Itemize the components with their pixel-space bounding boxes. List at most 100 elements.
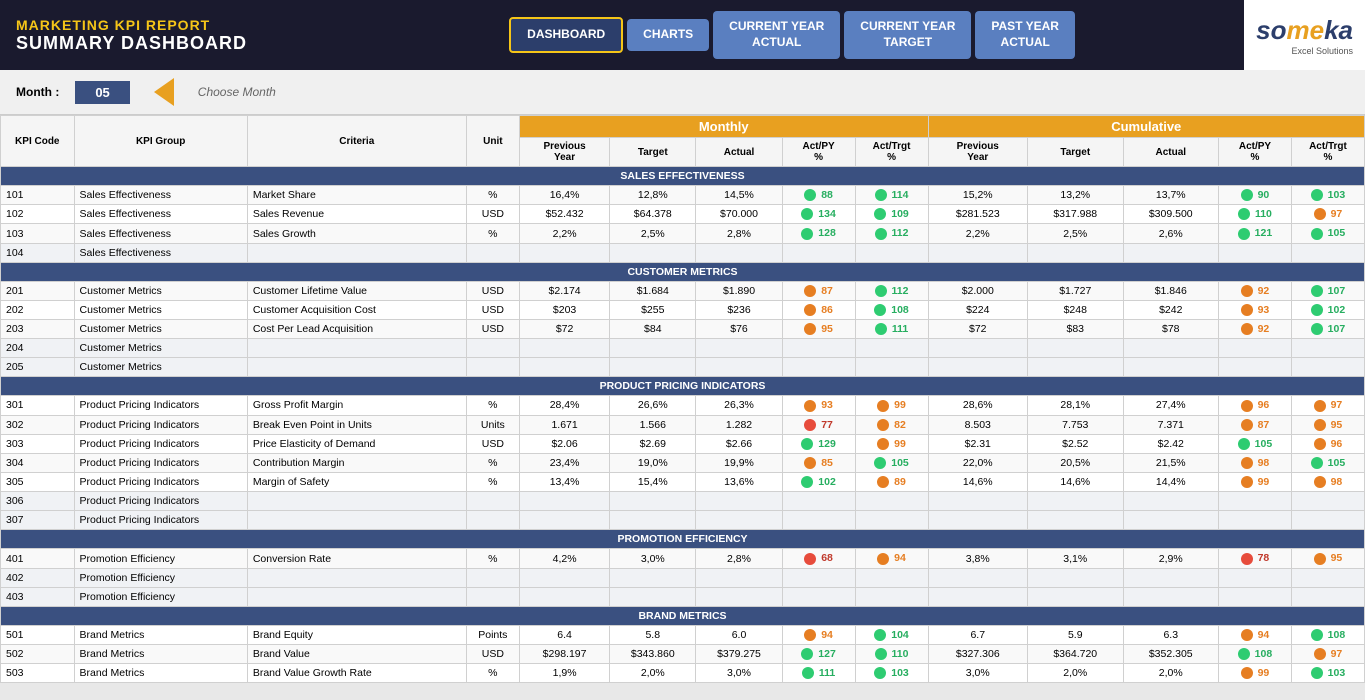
m-target-hdr: Target xyxy=(610,138,696,167)
kpi-group-cell: Promotion Efficiency xyxy=(74,568,247,587)
c-actpy-cell: 92 xyxy=(1219,320,1292,339)
criteria-cell xyxy=(247,339,466,358)
m-act-cell xyxy=(696,492,782,511)
m-tgt-cell: 3,0% xyxy=(610,549,696,568)
m-tgt-cell: 2,0% xyxy=(610,664,696,683)
c-actpy-cell: 96 xyxy=(1219,396,1292,415)
c-prev-cell: 3,8% xyxy=(928,549,1027,568)
c-acttgt-cell: 95 xyxy=(1291,549,1364,568)
criteria-cell: Customer Acquisition Cost xyxy=(247,300,466,319)
m-act-cell: 2,8% xyxy=(696,224,782,243)
m-acttgt-cell: 104 xyxy=(855,625,928,644)
m-actpy-cell: 85 xyxy=(782,453,855,472)
kpi-code-cell: 202 xyxy=(1,300,75,319)
m-prev-cell: 28,4% xyxy=(519,396,609,415)
m-acttgt-cell: 103 xyxy=(855,664,928,683)
table-row: 306 Product Pricing Indicators xyxy=(1,492,1365,511)
report-title-top: MARKETING KPI REPORT xyxy=(16,17,324,33)
c-actual-hdr: Actual xyxy=(1123,138,1219,167)
m-actpy-cell xyxy=(782,339,855,358)
c-acttgt-cell xyxy=(1291,358,1364,377)
m-act-cell xyxy=(696,243,782,262)
criteria-cell xyxy=(247,492,466,511)
m-act-cell: 6.0 xyxy=(696,625,782,644)
c-actpy-cell: 99 xyxy=(1219,473,1292,492)
m-actpy-cell: 94 xyxy=(782,625,855,644)
c-acttgt-cell: 105 xyxy=(1291,224,1364,243)
c-acttgt-cell: 97 xyxy=(1291,396,1364,415)
c-prev-cell: $327.306 xyxy=(928,644,1027,663)
nav-dashboard[interactable]: DASHBOARD xyxy=(509,17,623,53)
criteria-cell xyxy=(247,358,466,377)
nav-charts[interactable]: CHARTS xyxy=(627,19,709,51)
m-tgt-cell: 1.566 xyxy=(610,415,696,434)
nav-cy-target[interactable]: CURRENT YEAR TARGET xyxy=(844,11,971,58)
nav-buttons: DASHBOARD CHARTS CURRENT YEAR ACTUAL CUR… xyxy=(340,11,1244,58)
m-acttgt-cell: 82 xyxy=(855,415,928,434)
c-acttgt-cell: 96 xyxy=(1291,434,1364,453)
unit-cell: % xyxy=(466,396,519,415)
section-header-row: PRODUCT PRICING INDICATORS xyxy=(1,377,1365,396)
c-acttgt-cell xyxy=(1291,339,1364,358)
m-acttgt-cell xyxy=(855,243,928,262)
table-row: 204 Customer Metrics xyxy=(1,339,1365,358)
kpi-group-cell: Customer Metrics xyxy=(74,339,247,358)
c-actpy-cell: 108 xyxy=(1219,644,1292,663)
c-act-cell: $2.42 xyxy=(1123,434,1219,453)
m-prev-cell xyxy=(519,587,609,606)
m-act-cell: $76 xyxy=(696,320,782,339)
c-tgt-cell: 2,5% xyxy=(1028,224,1124,243)
unit-cell xyxy=(466,339,519,358)
table-row: 403 Promotion Efficiency xyxy=(1,587,1365,606)
kpi-code-cell: 304 xyxy=(1,453,75,472)
left-arrow-icon[interactable] xyxy=(154,78,174,106)
c-actpy-cell: 92 xyxy=(1219,281,1292,300)
c-actpy-cell xyxy=(1219,339,1292,358)
c-tgt-cell: 2,0% xyxy=(1028,664,1124,683)
m-prev-cell: $298.197 xyxy=(519,644,609,663)
m-act-cell: 2,8% xyxy=(696,549,782,568)
m-act-cell: 14,5% xyxy=(696,186,782,205)
choose-month-label: Choose Month xyxy=(198,85,276,99)
m-act-cell: 13,6% xyxy=(696,473,782,492)
unit-cell: USD xyxy=(466,434,519,453)
c-act-cell xyxy=(1123,339,1219,358)
m-prev-cell: 4,2% xyxy=(519,549,609,568)
c-tgt-cell: 3,1% xyxy=(1028,549,1124,568)
m-tgt-cell xyxy=(610,243,696,262)
kpi-group-cell: Product Pricing Indicators xyxy=(74,415,247,434)
c-prev-cell xyxy=(928,243,1027,262)
nav-cy-actual[interactable]: CURRENT YEAR ACTUAL xyxy=(713,11,840,58)
criteria-cell xyxy=(247,243,466,262)
logo-text: so xyxy=(1256,15,1286,45)
unit-cell: USD xyxy=(466,644,519,663)
month-value: 05 xyxy=(75,81,129,104)
m-actpy-cell: 102 xyxy=(782,473,855,492)
m-actpy-hdr: Act/PY% xyxy=(782,138,855,167)
m-act-cell xyxy=(696,568,782,587)
kpi-group-cell: Product Pricing Indicators xyxy=(74,511,247,530)
c-tgt-cell xyxy=(1028,587,1124,606)
nav-py-actual[interactable]: PAST YEAR ACTUAL xyxy=(975,11,1075,58)
m-actpy-cell: 127 xyxy=(782,644,855,663)
m-acttgt-cell: 99 xyxy=(855,396,928,415)
m-tgt-cell: $64.378 xyxy=(610,205,696,224)
m-tgt-cell: $1.684 xyxy=(610,281,696,300)
unit-cell: % xyxy=(466,664,519,683)
c-actpy-cell: 78 xyxy=(1219,549,1292,568)
c-actpy-cell: 121 xyxy=(1219,224,1292,243)
kpi-group-cell: Customer Metrics xyxy=(74,358,247,377)
kpi-code-cell: 205 xyxy=(1,358,75,377)
c-act-cell: $242 xyxy=(1123,300,1219,319)
kpi-code-cell: 503 xyxy=(1,664,75,683)
m-actpy-cell xyxy=(782,568,855,587)
m-actpy-cell: 134 xyxy=(782,205,855,224)
m-prev-cell xyxy=(519,358,609,377)
table-row: 502 Brand Metrics Brand Value USD $298.1… xyxy=(1,644,1365,663)
m-actpy-cell xyxy=(782,492,855,511)
m-acttgt-cell: 114 xyxy=(855,186,928,205)
m-prev-cell xyxy=(519,339,609,358)
m-acttgt-cell xyxy=(855,568,928,587)
m-acttgt-cell: 108 xyxy=(855,300,928,319)
c-prev-cell xyxy=(928,339,1027,358)
